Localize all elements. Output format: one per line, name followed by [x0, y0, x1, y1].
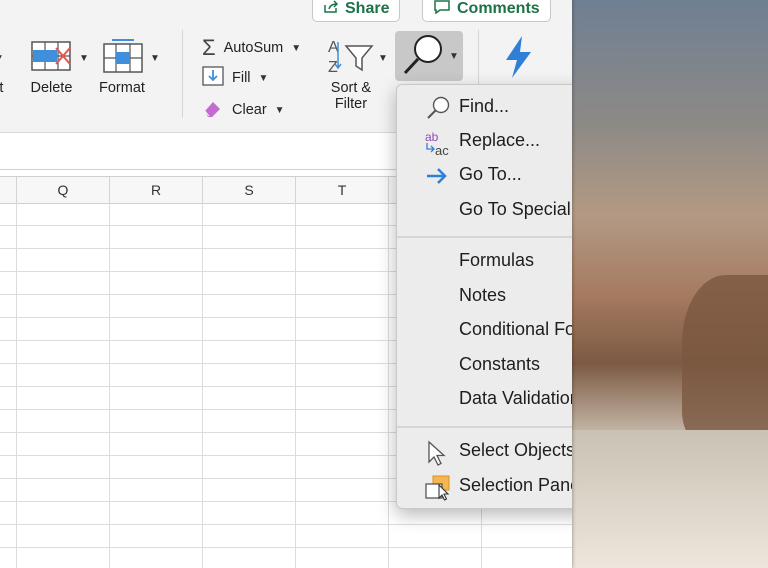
wallpaper-sea [572, 430, 768, 568]
menu-item-label: Select Objects [459, 440, 572, 460]
chevron-down-icon: ▼ [79, 52, 89, 64]
menu-item-go-to[interactable]: Go To... [397, 159, 572, 191]
column-header-s[interactable]: S [203, 177, 296, 203]
pointer-icon [423, 439, 453, 466]
chevron-down-icon: ▼ [291, 42, 302, 54]
format-cells-button[interactable]: ▼ Format [98, 36, 160, 96]
menu-separator [397, 236, 572, 238]
magnifier-icon [423, 95, 453, 121]
insert-label: rt [0, 80, 4, 96]
clear-button[interactable]: Clear ▼ [202, 98, 285, 122]
comments-button[interactable]: Comments [422, 0, 551, 22]
menu-item-conditional-formatting[interactable]: Conditional Formatting [397, 314, 572, 346]
delete-label: Delete [30, 80, 73, 96]
fill-label: Fill [232, 70, 251, 86]
menu-separator [397, 426, 572, 428]
format-label: Format [98, 80, 145, 96]
svg-text:ab: ab [425, 130, 439, 144]
chevron-down-icon: ▼ [258, 72, 269, 84]
find-select-button[interactable]: ▼ [395, 31, 463, 81]
replace-icon: ab ac [423, 129, 453, 158]
menu-item-label: Go To... [459, 164, 522, 184]
chevron-down-icon: ▼ [378, 52, 388, 64]
menu-item-label: Go To Special... [459, 199, 572, 219]
fill-button[interactable]: Fill ▼ [202, 66, 268, 90]
column-header-r[interactable]: R [110, 177, 203, 203]
column-header-q[interactable]: Q [17, 177, 110, 203]
menu-item-label: Formulas [459, 250, 535, 270]
sort-filter-button[interactable]: A Z ▼ Sort & Filter [326, 36, 388, 112]
share-icon [323, 0, 339, 19]
share-button[interactable]: Share [312, 0, 401, 22]
menu-item-formulas[interactable]: Formulas [397, 245, 572, 277]
ribbon-separator [182, 30, 183, 118]
excel-window: Share Comments ▼ rt [0, 0, 572, 568]
chevron-down-icon: ▼ [449, 51, 459, 62]
grid-row-line [0, 547, 572, 548]
menu-item-label: Selection Pane... [459, 475, 572, 495]
format-cells-icon [102, 38, 144, 78]
menu-item-select-objects[interactable]: Select Objects [397, 435, 572, 467]
delete-cells-icon [30, 38, 76, 78]
menu-item-label: Data Validation [459, 388, 572, 408]
menu-item-constants[interactable]: Constants [397, 349, 572, 381]
find-select-menu: Find... ab ac Replace... Go To... Go To S… [396, 84, 572, 509]
grid-row-line [0, 524, 572, 525]
insert-button[interactable]: ▼ rt [0, 36, 4, 97]
eraser-icon [202, 98, 224, 122]
autosum-button[interactable]: Σ AutoSum ▼ [202, 35, 301, 61]
menu-item-data-validation[interactable]: Data Validation [397, 383, 572, 415]
delete-cells-button[interactable]: ▼ Delete [30, 36, 89, 96]
sort-filter-label-1: Sort & [330, 80, 372, 96]
chevron-down-icon: ▼ [150, 52, 160, 64]
clear-label: Clear [232, 102, 267, 118]
selection-pane-icon [423, 474, 453, 501]
comments-label: Comments [457, 0, 540, 17]
share-label: Share [345, 0, 390, 17]
desktop-wallpaper [572, 0, 768, 568]
svg-text:ac: ac [435, 143, 449, 157]
menu-item-label: Replace... [459, 130, 541, 150]
comments-icon [433, 0, 451, 19]
fill-down-icon [202, 66, 224, 90]
menu-item-label: Find... [459, 96, 510, 116]
ideas-button[interactable] [500, 34, 536, 84]
menu-item-find[interactable]: Find... [397, 91, 572, 123]
sigma-icon: Σ [202, 35, 216, 60]
menu-item-replace[interactable]: ab ac Replace... [397, 125, 572, 158]
menu-item-go-to-special[interactable]: Go To Special... [397, 194, 572, 226]
autosum-label: AutoSum [223, 40, 284, 56]
arrow-right-icon [423, 163, 453, 189]
sort-filter-label-2: Filter [334, 96, 368, 112]
chevron-down-icon: ▼ [274, 104, 285, 116]
column-header[interactable] [0, 177, 17, 203]
menu-item-label: Notes [459, 285, 507, 305]
menu-item-selection-pane[interactable]: Selection Pane... [397, 470, 572, 502]
sort-filter-icon: A Z [326, 36, 374, 80]
wallpaper-rock [682, 275, 768, 445]
magnifier-icon [401, 33, 445, 84]
menu-item-label: Constants [459, 354, 541, 374]
chevron-down-icon: ▼ [0, 53, 4, 64]
svg-text:Z: Z [328, 59, 338, 76]
column-header-t[interactable]: T [296, 177, 389, 203]
menu-item-label: Conditional Formatting [459, 319, 572, 339]
menu-item-notes[interactable]: Notes [397, 280, 572, 312]
lightning-icon [500, 34, 536, 84]
